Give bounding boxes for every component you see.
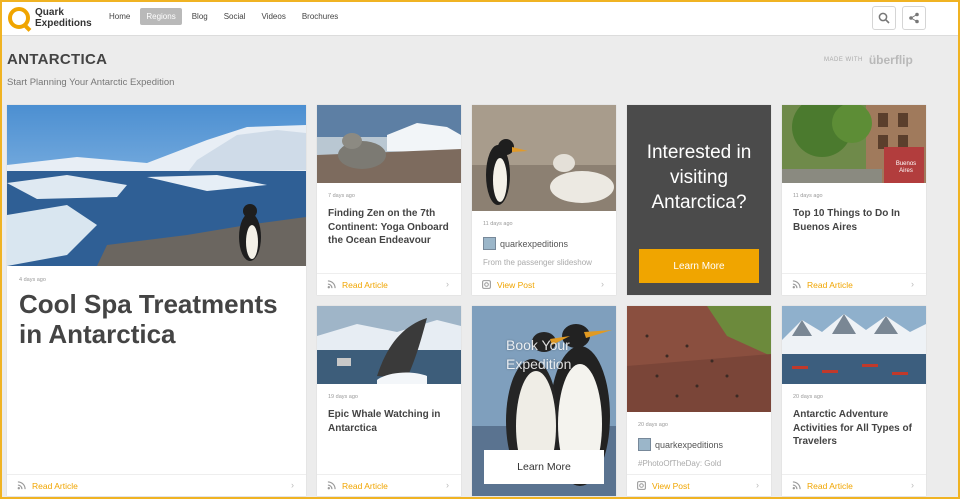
nav-brochures[interactable]: Brochures — [296, 8, 344, 25]
read-article-link[interactable]: Read Article — [342, 280, 388, 290]
view-post-link[interactable]: View Post — [652, 481, 690, 491]
article-card-buenos-aires[interactable]: Buenos Aires 11 days ago Top 10 Things t… — [782, 105, 926, 295]
social-post-card-penguin[interactable]: 11 days ago quarkexpeditions From the pa… — [472, 105, 616, 295]
read-article-link[interactable]: Read Article — [807, 481, 853, 491]
card-footer[interactable]: Read Article › — [317, 273, 461, 295]
card-footer[interactable]: Read Article › — [782, 273, 926, 295]
uberflip-logo: überflip — [868, 53, 913, 67]
buenos-aires-street-image: Buenos Aires — [782, 105, 926, 183]
avatar — [638, 438, 651, 451]
page-subtitle: Start Planning Your Antarctic Expedition — [7, 77, 175, 88]
post-date: 20 days ago — [638, 422, 668, 428]
made-with-label: MADE WITH — [824, 57, 863, 63]
made-with-uberflip[interactable]: MADE WITH überflip — [824, 53, 913, 67]
nav-social[interactable]: Social — [218, 8, 252, 25]
card-title[interactable]: Epic Whale Watching in Antarctica — [328, 408, 453, 435]
card-title[interactable]: Antarctic Adventure Activities for All T… — [793, 408, 918, 449]
search-button[interactable] — [872, 6, 896, 30]
card-footer[interactable]: Read Article › — [317, 474, 461, 496]
learn-more-button[interactable]: Learn More — [639, 249, 759, 283]
share-icon — [909, 12, 919, 24]
search-icon — [878, 12, 890, 24]
post-footer[interactable]: View Post › — [627, 474, 771, 496]
brand-logo[interactable]: Quark Expeditions — [8, 5, 92, 31]
avatar — [483, 237, 496, 250]
kayak-mountains-image — [782, 306, 926, 384]
nav-regions[interactable]: Regions — [140, 8, 182, 25]
view-post-link[interactable]: View Post — [497, 280, 535, 290]
article-card-whale[interactable]: 19 days ago Epic Whale Watching in Antar… — [317, 306, 461, 496]
shop-sign-text: Buenos Aires — [895, 161, 917, 174]
chevron-right-icon: › — [446, 480, 449, 490]
rss-icon — [327, 280, 336, 289]
cta-heading: Interested in visiting Antarctica? — [646, 142, 752, 213]
post-footer[interactable]: View Post › — [472, 273, 616, 295]
card-footer[interactable]: Read Article › — [782, 474, 926, 496]
page-title: ANTARCTICA — [7, 51, 108, 68]
post-snippet: From the passenger slideshow — [483, 258, 592, 267]
card-title[interactable]: Top 10 Things to Do In Buenos Aires — [793, 207, 918, 234]
chevron-right-icon: › — [756, 480, 759, 490]
nav-blog[interactable]: Blog — [186, 8, 214, 25]
post-username: quarkexpeditions — [500, 238, 569, 249]
chevron-right-icon: › — [446, 279, 449, 289]
cta-card-visit: Interested in visiting Antarctica? Learn… — [627, 105, 771, 295]
article-card-adventure[interactable]: 20 days ago Antarctic Adventure Activiti… — [782, 306, 926, 496]
cta-card-book[interactable]: Book Your Expedition Learn More — [472, 306, 616, 496]
article-card-yoga[interactable]: 7 days ago Finding Zen on the 7th Contin… — [317, 105, 461, 295]
rss-icon — [17, 481, 26, 490]
post-author[interactable]: quarkexpeditions — [483, 237, 568, 250]
read-article-link[interactable]: Read Article — [32, 481, 78, 491]
read-article-link[interactable]: Read Article — [342, 481, 388, 491]
read-article-link[interactable]: Read Article — [807, 280, 853, 290]
feature-date: 4 days ago — [19, 277, 46, 283]
card-date: 19 days ago — [328, 394, 358, 400]
post-snippet: #PhotoOfTheDay: Gold — [638, 459, 722, 468]
brand-name: Quark Expeditions — [35, 7, 92, 29]
feature-article-card[interactable]: 4 days ago Cool Spa Treatments in Antarc… — [7, 105, 306, 496]
card-date: 20 days ago — [793, 394, 823, 400]
nav-videos[interactable]: Videos — [256, 8, 292, 25]
penguin-colony-image — [627, 306, 771, 412]
quark-logo-icon — [8, 7, 30, 29]
top-nav: Quark Expeditions Home Regions Blog Soci… — [0, 0, 960, 36]
seal-image — [317, 105, 461, 183]
post-username: quarkexpeditions — [655, 439, 724, 450]
card-date: 11 days ago — [793, 193, 823, 199]
card-title[interactable]: Finding Zen on the 7th Continent: Yoga O… — [328, 207, 453, 248]
penguin-seal-image — [472, 105, 616, 211]
chevron-right-icon: › — [911, 279, 914, 289]
card-date: 7 days ago — [328, 193, 355, 199]
share-button[interactable] — [902, 6, 926, 30]
whale-breach-image — [317, 306, 461, 384]
post-date: 11 days ago — [483, 221, 513, 227]
nav-home[interactable]: Home — [103, 8, 136, 25]
iceberg-penguin-image — [7, 105, 306, 266]
instagram-icon — [482, 280, 491, 289]
feature-footer[interactable]: Read Article › — [7, 474, 306, 496]
chevron-right-icon: › — [911, 480, 914, 490]
rss-icon — [792, 280, 801, 289]
instagram-icon — [637, 481, 646, 490]
rss-icon — [792, 481, 801, 490]
learn-more-button[interactable]: Learn More — [484, 450, 604, 484]
main-nav: Home Regions Blog Social Videos Brochure… — [103, 8, 344, 25]
rss-icon — [327, 481, 336, 490]
chevron-right-icon: › — [601, 279, 604, 289]
feature-title[interactable]: Cool Spa Treatments in Antarctica — [19, 289, 299, 349]
social-post-card-photo[interactable]: 20 days ago quarkexpeditions #PhotoOfThe… — [627, 306, 771, 496]
post-author[interactable]: quarkexpeditions — [638, 438, 723, 451]
book-expedition-heading: Book Your Expedition — [506, 337, 572, 372]
chevron-right-icon: › — [291, 480, 294, 490]
